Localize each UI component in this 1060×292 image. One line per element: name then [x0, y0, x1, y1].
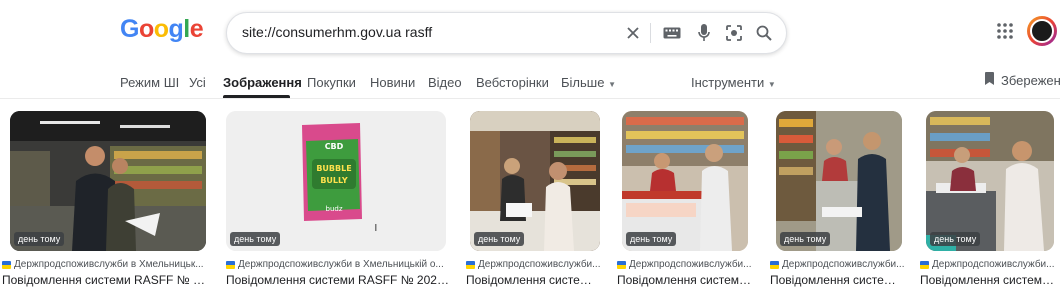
- result-source[interactable]: Держпродспоживслужби...: [770, 259, 904, 270]
- tools-label: Інструменти: [691, 75, 765, 90]
- image-result[interactable]: день тому Держпродспоживслужби... Повідо…: [920, 111, 1058, 292]
- result-thumbnail[interactable]: день тому: [926, 111, 1054, 251]
- tab-news[interactable]: Новини: [370, 75, 415, 90]
- image-result[interactable]: день тому Держпродспоживслужби... Повідо…: [466, 111, 600, 292]
- saved-label: Збережені: [1001, 72, 1060, 88]
- source-label: Держпродспоживслужби в Хмельницьк...: [14, 259, 204, 270]
- tab-videos[interactable]: Відео: [428, 75, 462, 90]
- search-input[interactable]: site://consumerhm.gov.ua rasff: [242, 24, 432, 40]
- image-result[interactable]: день тому Держпродспоживслужби... Повідо…: [617, 111, 753, 292]
- chevron-down-icon: ▼: [767, 80, 776, 89]
- chevron-down-icon: ▼: [608, 80, 616, 89]
- google-logo[interactable]: Google: [120, 15, 204, 44]
- ukraine-flag-icon: [770, 260, 779, 269]
- logo-letter: e: [189, 15, 204, 43]
- avatar[interactable]: [1027, 16, 1057, 46]
- image-result[interactable]: день тому Держпродспоживслужби в Хмельни…: [2, 111, 210, 292]
- tab-all[interactable]: Усі: [189, 75, 206, 90]
- date-badge: день тому: [474, 232, 525, 246]
- clear-icon[interactable]: [622, 22, 644, 44]
- product-label-line: budz: [326, 205, 343, 213]
- tabs-divider: [0, 98, 1060, 99]
- result-source[interactable]: Держпродспоживслужби...: [466, 259, 600, 270]
- result-thumbnail[interactable]: день тому: [776, 111, 902, 251]
- search-divider: [650, 23, 651, 43]
- source-label: Держпродспоживслужби...: [629, 259, 752, 270]
- product-label-line: BULLY: [320, 176, 348, 185]
- ukraine-flag-icon: [617, 260, 626, 269]
- result-title[interactable]: Повідомлення системи...: [617, 273, 753, 287]
- tab-more[interactable]: Більше ▼: [561, 75, 616, 90]
- tab-web[interactable]: Вебсторінки: [476, 75, 549, 90]
- result-title[interactable]: Повідомлення системи RASFF № 2026...: [226, 273, 450, 287]
- keyboard-icon[interactable]: [661, 22, 683, 44]
- ukraine-flag-icon: [466, 260, 475, 269]
- tools-button[interactable]: Інструменти ▼: [691, 75, 776, 90]
- logo-letter: o: [138, 15, 154, 43]
- source-label: Держпродспоживслужби...: [782, 259, 904, 270]
- result-source[interactable]: Держпродспоживслужби...: [617, 259, 753, 270]
- product-label-line: CBD: [325, 142, 344, 151]
- result-title[interactable]: Повідомлення системи...: [466, 273, 600, 287]
- source-label: Держпродспоживслужби в Хмельницькій о...: [238, 259, 444, 270]
- result-thumbnail[interactable]: день тому: [10, 111, 206, 251]
- date-badge: день тому: [930, 232, 981, 246]
- result-thumbnail[interactable]: CBD BUBBLE BULLY budz день тому: [226, 111, 446, 251]
- date-badge: день тому: [780, 232, 831, 246]
- tab-more-label: Більше: [561, 75, 605, 90]
- logo-letter: g: [168, 15, 184, 43]
- microphone-icon[interactable]: [693, 22, 715, 44]
- ukraine-flag-icon: [920, 260, 929, 269]
- date-badge: день тому: [626, 232, 677, 246]
- ukraine-flag-icon: [226, 260, 235, 269]
- tab-images[interactable]: Зображення: [223, 75, 302, 90]
- search-box[interactable]: site://consumerhm.gov.ua rasff: [226, 12, 787, 54]
- search-icon[interactable]: [753, 22, 775, 44]
- bookmark-icon: [984, 72, 995, 88]
- date-badge: день тому: [14, 232, 65, 246]
- logo-letter: G: [120, 15, 139, 43]
- saved-button[interactable]: Збережені: [984, 72, 1060, 88]
- tab-ai-mode[interactable]: Режим ШІ: [120, 75, 179, 90]
- date-badge: день тому: [230, 232, 281, 246]
- result-source[interactable]: Держпродспоживслужби в Хмельницьк...: [2, 259, 210, 270]
- result-title[interactable]: Повідомлення системи...: [920, 273, 1058, 287]
- result-title[interactable]: Повідомлення системи...: [770, 273, 904, 287]
- source-label: Держпродспоживслужби...: [478, 259, 600, 270]
- product-label-line: BUBBLE: [316, 164, 351, 173]
- logo-letter: o: [153, 15, 169, 43]
- ukraine-flag-icon: [2, 260, 11, 269]
- image-result[interactable]: CBD BUBBLE BULLY budz день тому Держпрод…: [226, 111, 450, 292]
- result-thumbnail[interactable]: день тому: [470, 111, 600, 251]
- result-source[interactable]: Держпродспоживслужби в Хмельницькій о...: [226, 259, 450, 270]
- tab-shopping[interactable]: Покупки: [307, 75, 356, 90]
- result-thumbnail[interactable]: день тому: [622, 111, 748, 251]
- source-label: Держпродспоживслужби...: [932, 259, 1055, 270]
- apps-grid-icon[interactable]: [996, 22, 1014, 40]
- result-source[interactable]: Держпродспоживслужби...: [920, 259, 1058, 270]
- lens-icon[interactable]: [723, 22, 745, 44]
- result-title[interactable]: Повідомлення системи RASFF № 202...: [2, 273, 210, 287]
- avatar-image: [1030, 19, 1054, 43]
- image-result[interactable]: день тому Держпродспоживслужби... Повідо…: [770, 111, 904, 292]
